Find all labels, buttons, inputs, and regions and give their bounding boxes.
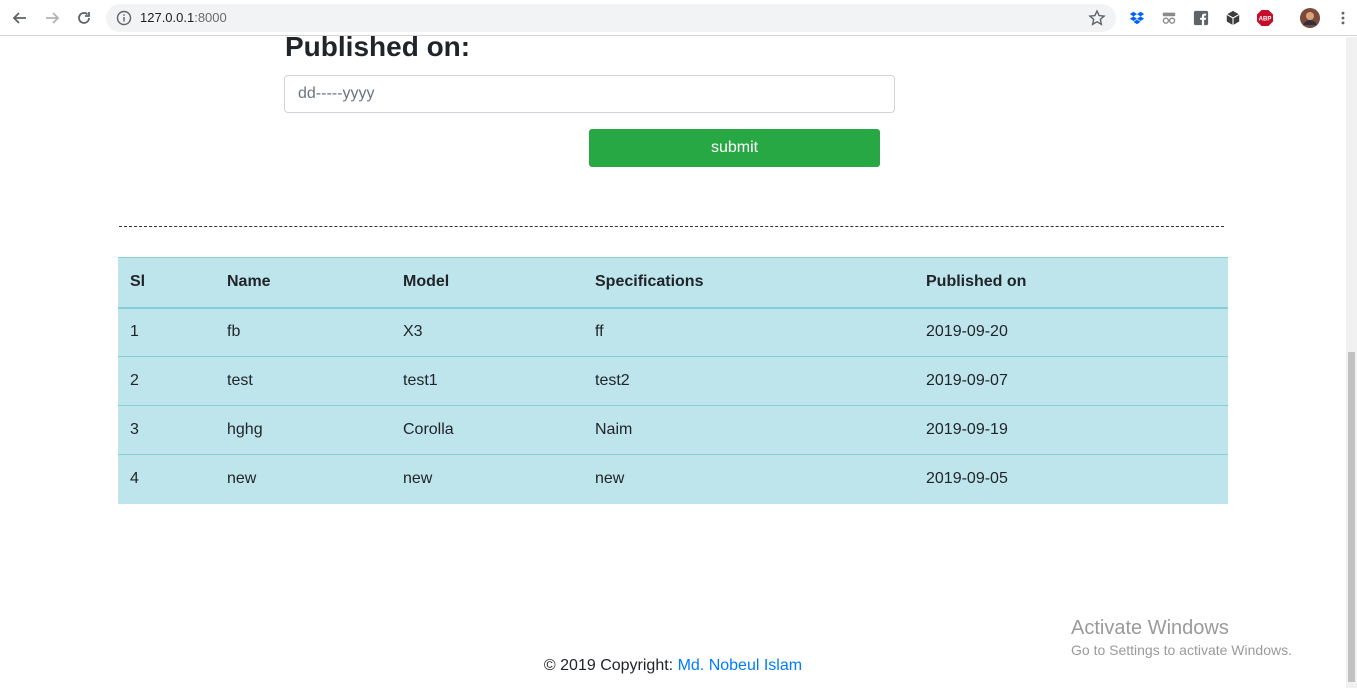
site-info-icon[interactable]	[116, 10, 132, 26]
cell-sl: 4	[130, 470, 139, 488]
cell-model: test1	[403, 372, 438, 389]
cell-model: X3	[403, 323, 423, 341]
column-header-model: Model	[403, 273, 450, 291]
back-arrow-icon[interactable]	[8, 6, 32, 30]
cell-sl: 3	[130, 421, 139, 438]
cell-name: fb	[227, 323, 241, 341]
cell-specifications: new	[595, 470, 625, 488]
scrollbar-thumb[interactable]	[1348, 352, 1355, 682]
cell-specifications: Naim	[595, 421, 633, 438]
cell-name: hghg	[227, 421, 263, 438]
table-row: 4 new new new 2019-09-05	[118, 454, 1228, 504]
author-link[interactable]: Md. Nobeul Islam	[678, 657, 803, 674]
cell-name: new	[227, 470, 257, 488]
address-bar[interactable]: 127.0.0.1:8000	[106, 4, 1116, 32]
cars-table: Sl Name Model Specifications Published o…	[118, 257, 1228, 504]
column-header-published-on: Published on	[926, 273, 1027, 291]
watermark-title: Activate Windows	[1071, 617, 1229, 639]
table-row: 2 test test1 test2 2019-09-07	[118, 356, 1228, 406]
submit-button[interactable]: submit	[589, 129, 880, 167]
menu-kebab-icon[interactable]	[1334, 9, 1352, 27]
table-header-row: Sl Name Model Specifications Published o…	[118, 257, 1228, 308]
cell-specifications: test2	[595, 372, 630, 389]
column-header-specifications: Specifications	[595, 273, 704, 291]
adblock-plus-icon[interactable]: ABP	[1256, 9, 1274, 27]
dashed-divider	[119, 226, 1224, 227]
copyright-text: © 2019 Copyright:	[543, 657, 674, 674]
table-row: 1 fb X3 ff 2019-09-20	[118, 308, 1228, 357]
cell-sl: 2	[130, 372, 139, 389]
table-row: 3 hghg Corolla Naim 2019-09-19	[118, 405, 1228, 455]
dropbox-extension-icon[interactable]	[1128, 9, 1146, 27]
cell-published-on: 2019-09-19	[926, 421, 1008, 438]
column-header-sl: Sl	[130, 273, 146, 291]
cell-name: test	[227, 372, 253, 389]
cube-extension-icon[interactable]	[1224, 9, 1242, 27]
forward-arrow-icon[interactable]	[40, 6, 64, 30]
cell-published-on: 2019-09-05	[926, 470, 1008, 488]
cell-model: new	[403, 470, 433, 488]
footer: © 2019 Copyright: Md. Nobeul Islam	[0, 657, 1346, 675]
cell-published-on: 2019-09-07	[926, 372, 1008, 389]
cell-specifications: ff	[595, 323, 604, 341]
bookmark-star-icon[interactable]	[1088, 9, 1106, 27]
facebook-extension-icon[interactable]	[1192, 9, 1210, 27]
cell-sl: 1	[130, 323, 139, 341]
page-scrollbar[interactable]	[1346, 37, 1357, 688]
profile-avatar-icon[interactable]	[1300, 8, 1320, 28]
incognito-extension-icon[interactable]	[1160, 9, 1178, 27]
cell-model: Corolla	[403, 421, 454, 438]
activate-windows-watermark: Activate Windows Go to Settings to activ…	[1071, 617, 1292, 659]
published-on-label: Published on:	[285, 31, 471, 62]
column-header-name: Name	[227, 273, 271, 291]
cell-published-on: 2019-09-20	[926, 323, 1008, 341]
reload-icon[interactable]	[72, 6, 96, 30]
published-date-input[interactable]: dd-----yyyy	[284, 75, 895, 113]
svg-text:ABP: ABP	[1259, 17, 1272, 23]
browser-toolbar: 127.0.0.1:8000 ABP	[0, 0, 1357, 36]
url-text: 127.0.0.1:8000	[140, 10, 227, 25]
